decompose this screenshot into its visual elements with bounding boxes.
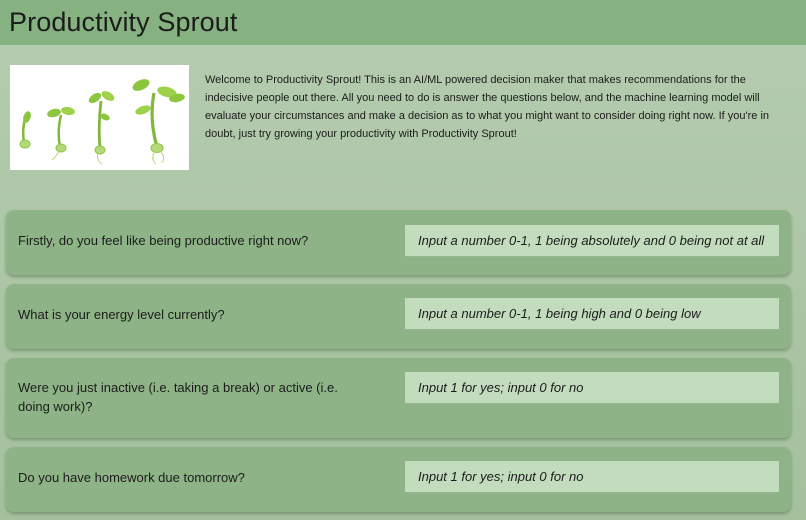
productive-input[interactable] <box>405 225 779 257</box>
page-title: Productivity Sprout <box>9 7 238 37</box>
homework-input[interactable] <box>405 461 779 493</box>
intro-section: Welcome to Productivity Sprout! This is … <box>10 65 800 170</box>
sprout-stage-1-icon <box>19 111 31 149</box>
question-card-energy: What is your energy level currently? <box>6 284 791 349</box>
sprout-stage-3-icon <box>88 91 115 165</box>
question-label: Were you just inactive (i.e. taking a br… <box>18 380 338 414</box>
intro-description: Welcome to Productivity Sprout! This is … <box>205 74 770 140</box>
header-bar: Productivity Sprout <box>0 0 806 45</box>
energy-input[interactable] <box>405 298 779 330</box>
question-label: What is your energy level currently? <box>18 307 225 322</box>
question-card-homework: Do you have homework due tomorrow? <box>6 447 791 512</box>
sprout-stage-4-icon <box>132 79 185 165</box>
sprout-growth-image <box>10 65 189 170</box>
question-card-activity: Were you just inactive (i.e. taking a br… <box>6 358 791 438</box>
question-card-productive: Firstly, do you feel like being producti… <box>6 210 791 275</box>
question-label: Firstly, do you feel like being producti… <box>18 233 309 248</box>
question-label: Do you have homework due tomorrow? <box>18 470 245 485</box>
sprout-stage-2-icon <box>47 106 75 161</box>
activity-input[interactable] <box>405 372 779 404</box>
